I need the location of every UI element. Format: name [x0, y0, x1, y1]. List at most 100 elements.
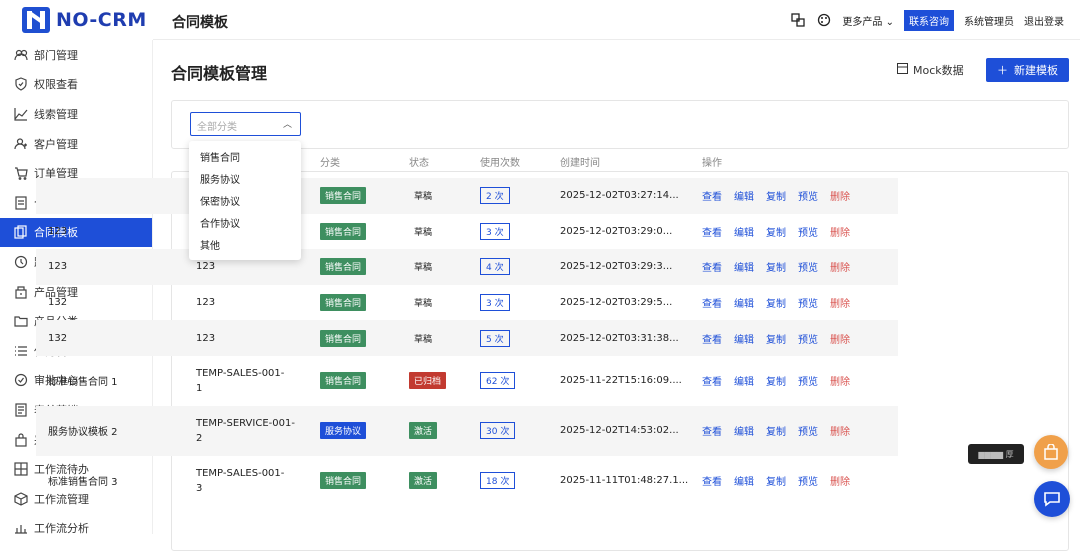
row-action-2[interactable]: 复制	[766, 477, 786, 488]
row-action-4[interactable]: 删除	[830, 477, 850, 488]
row-action-2[interactable]: 复制	[766, 299, 786, 310]
dropdown-option[interactable]: 保密协议	[189, 189, 301, 211]
logout-button[interactable]: 退出登录	[1024, 13, 1064, 28]
row-action-3[interactable]: 预览	[798, 228, 818, 239]
row-action-3[interactable]: 预览	[798, 377, 818, 388]
admin-user[interactable]: 系统管理员	[964, 13, 1014, 28]
cell-name	[36, 178, 196, 214]
row-action-3[interactable]: 预览	[798, 477, 818, 488]
row-action-1[interactable]: 编辑	[734, 335, 754, 346]
top-bar: NO-CRM 合同模板 更多产品 ⌄ 联系咨询 系统管理员 退出登录	[0, 0, 1080, 40]
cell-uses: 5 次	[480, 320, 560, 356]
mock-data-button[interactable]: Mock数据	[897, 62, 964, 78]
category-select[interactable]: 全部分类 ︿	[190, 112, 301, 136]
row-action-3[interactable]: 预览	[798, 427, 818, 438]
row-action-4[interactable]: 删除	[830, 299, 850, 310]
shopping-bag-float-button[interactable]	[1034, 435, 1068, 469]
row-action-1[interactable]: 编辑	[734, 299, 754, 310]
cell-actions: 查看 编辑 复制 预览 删除	[702, 456, 898, 506]
sidebar-item-0[interactable]: 部门管理	[0, 40, 152, 70]
row-action-2[interactable]: 复制	[766, 192, 786, 203]
row-action-1[interactable]: 编辑	[734, 263, 754, 274]
row-action-2[interactable]: 复制	[766, 335, 786, 346]
sidebar-item-label: 部门管理	[34, 48, 78, 62]
table-row: 标准销售合同 3 TEMP-SALES-001- 3 销售合同 激活 18 次 2025-1…	[36, 456, 898, 506]
cell-created: 2025-12-02T14:53:02...	[560, 405, 702, 456]
cell-category: 销售合同	[320, 249, 409, 285]
uses-badge: 62 次	[480, 372, 516, 390]
row-action-2[interactable]: 复制	[766, 263, 786, 274]
palette-icon[interactable]	[816, 12, 832, 28]
uses-badge: 30 次	[480, 422, 516, 440]
row-action-2[interactable]: 复制	[766, 427, 786, 438]
row-action-0[interactable]: 查看	[702, 477, 722, 488]
product-icon	[14, 285, 28, 299]
row-action-4[interactable]: 删除	[830, 427, 850, 438]
cell-status: 草稿	[409, 214, 480, 250]
category-badge: 销售合同	[320, 258, 367, 276]
row-action-0[interactable]: 查看	[702, 263, 722, 274]
row-action-0[interactable]: 查看	[702, 228, 722, 239]
row-action-0[interactable]: 查看	[702, 299, 722, 310]
row-action-4[interactable]: 删除	[830, 228, 850, 239]
category-badge: 服务协议	[320, 422, 367, 440]
sidebar-item-label: 权限查看	[34, 78, 78, 92]
row-action-1[interactable]: 编辑	[734, 192, 754, 203]
chat-float-button[interactable]	[1034, 481, 1070, 517]
filter-card: 全部分类 ︿	[171, 100, 1069, 149]
cell-category: 销售合同	[320, 320, 409, 356]
uses-badge: 4 次	[480, 258, 510, 276]
row-action-4[interactable]: 删除	[830, 263, 850, 274]
row-action-0[interactable]: 查看	[702, 192, 722, 203]
cell-created: 2025-11-11T01:48:27.1...	[560, 475, 689, 487]
cube-icon	[14, 492, 28, 506]
row-action-3[interactable]: 预览	[798, 263, 818, 274]
cell-created: 2025-12-02T03:29:5...	[560, 297, 673, 309]
row-action-0[interactable]: 查看	[702, 427, 722, 438]
contact-button[interactable]: 联系咨询	[904, 9, 954, 31]
sidebar-item-16[interactable]: 工作流分析	[0, 514, 152, 544]
trend-icon	[14, 107, 28, 121]
bag-icon	[14, 432, 28, 447]
cell-code: TEMP-SALES-001- 3	[196, 467, 285, 494]
row-action-1[interactable]: 编辑	[734, 228, 754, 239]
row-action-0[interactable]: 查看	[702, 377, 722, 388]
row-action-3[interactable]: 预览	[798, 335, 818, 346]
dropdown-option[interactable]: 销售合同	[189, 145, 301, 167]
row-action-1[interactable]: 编辑	[734, 377, 754, 388]
row-action-4[interactable]: 删除	[830, 192, 850, 203]
cell-created: 2025-12-02T03:29:0...	[560, 225, 673, 237]
cell-uses: 2 次	[480, 178, 560, 214]
cell-actions: 查看 编辑 复制 预览 删除	[702, 320, 898, 356]
row-action-2[interactable]: 复制	[766, 228, 786, 239]
dropdown-option[interactable]: 合作协议	[189, 212, 301, 234]
more-products-menu[interactable]: 更多产品 ⌄	[842, 13, 894, 28]
cell-name: 标准销售合同 1	[48, 377, 118, 389]
translate-icon[interactable]	[790, 12, 806, 28]
row-action-0[interactable]: 查看	[702, 335, 722, 346]
status-badge: 草稿	[414, 192, 433, 203]
dropdown-option[interactable]: 服务协议	[189, 167, 301, 189]
row-action-1[interactable]: 编辑	[734, 427, 754, 438]
row-action-4[interactable]: 删除	[830, 377, 850, 388]
new-template-button[interactable]: ＋新建模板	[986, 58, 1069, 82]
table-row: 132 123 销售合同 草稿 3 次 2025-12-02T03:29:5... 查看 编辑…	[36, 285, 898, 321]
cell-code: TEMP-SALES-001- 1	[196, 367, 285, 394]
cell-uses: 3 次	[480, 214, 560, 250]
chevron-up-icon: ︿	[282, 120, 292, 130]
table-row: 服务协议模板 2 TEMP-SERVICE-001- 2 服务协议 激活 30 次 2025…	[36, 405, 898, 456]
sidebar-item-2[interactable]: 线索管理	[0, 99, 152, 129]
status-badge: 已归档	[409, 372, 447, 390]
status-badge: 草稿	[414, 227, 433, 238]
row-action-4[interactable]: 删除	[830, 335, 850, 346]
cell-name: 123	[48, 225, 68, 237]
cell-uses: 18 次	[480, 456, 560, 506]
row-action-1[interactable]: 编辑	[734, 477, 754, 488]
sidebar-item-1[interactable]: 权限查看	[0, 70, 152, 100]
row-action-3[interactable]: 预览	[798, 192, 818, 203]
column-header-uses: 使用次数	[480, 157, 520, 169]
dropdown-option[interactable]: 其他	[189, 234, 301, 256]
row-action-3[interactable]: 预览	[798, 299, 818, 310]
logo[interactable]: NO-CRM	[0, 0, 153, 40]
row-action-2[interactable]: 复制	[766, 377, 786, 388]
